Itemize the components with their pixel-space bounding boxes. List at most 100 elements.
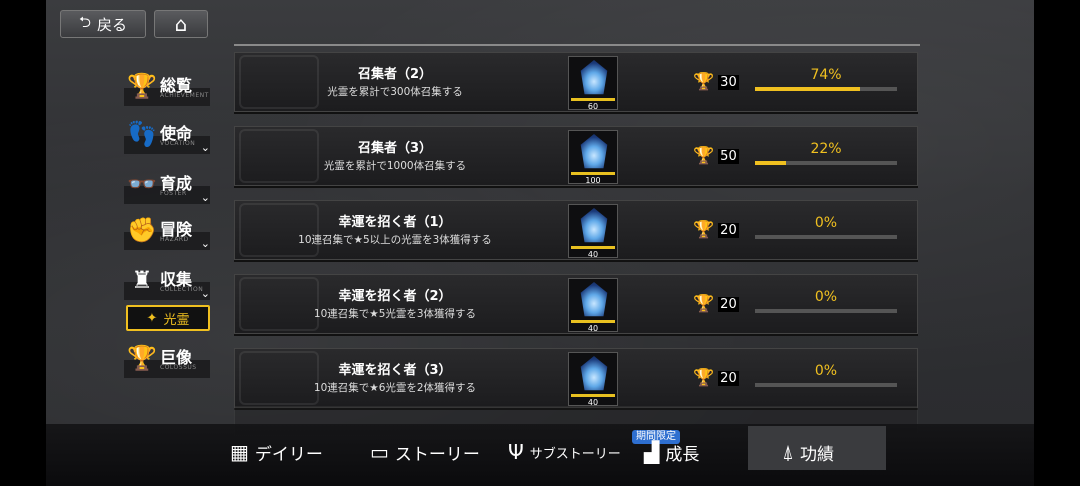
fist-icon: ✊	[127, 216, 157, 244]
achievement-row[interactable]: 召集者（2） 光霊を累計で300体召集する 60 🏆 30 74%	[234, 52, 918, 112]
progress-bar	[755, 87, 897, 91]
progress-percent: 0%	[814, 289, 838, 305]
achievement-title: 幸運を招く者（3）	[338, 363, 452, 378]
progress-percent: 74%	[810, 67, 842, 83]
calendar-icon: ▦	[230, 440, 249, 464]
progress-percent: 22%	[810, 141, 842, 157]
nav-substory[interactable]: Ψ サブストーリー	[508, 432, 621, 472]
achievement-icon: ⍋	[782, 440, 794, 464]
side-item-hazard[interactable]: ✊ 冒険 HAZARD ⌄	[124, 212, 210, 252]
side-item-sub: VOCATION	[160, 140, 196, 147]
progress-bar	[755, 383, 897, 387]
side-item-sub: HAZARD	[160, 236, 189, 243]
trophy-icon: 🏆	[693, 72, 715, 92]
nav-label: 成長	[665, 444, 700, 465]
crystal-icon	[580, 134, 608, 169]
nav-growth[interactable]: ▟ 成長	[644, 432, 699, 472]
trophy-icon: 🏆	[127, 344, 157, 372]
nav-story[interactable]: ▭ ストーリー	[370, 432, 480, 472]
points-value: 20	[718, 370, 739, 386]
progress-bar	[755, 309, 897, 313]
progress-percent: 0%	[814, 215, 838, 231]
nav-achievements[interactable]: ⍋ 功績	[782, 432, 834, 472]
side-item-sub: COLOSSUS	[160, 364, 197, 371]
crystal-icon	[580, 60, 608, 95]
reward-item[interactable]: 60	[568, 56, 618, 111]
points-value: 20	[718, 296, 739, 312]
achievement-points: 🏆 50	[693, 145, 739, 167]
reward-item[interactable]: 40	[568, 352, 618, 407]
side-item-foster[interactable]: 👓 育成 FOSTER ⌄	[124, 166, 210, 206]
chevron-down-icon: ⌄	[200, 141, 210, 154]
bottom-nav: ▦ デイリー ▭ ストーリー Ψ サブストーリー 期間限定 ▟ 成長 ⍋ 功績	[46, 424, 1034, 486]
achievement-points: 🏆 20	[693, 293, 739, 315]
points-value: 30	[718, 74, 739, 90]
crystal-icon	[580, 282, 608, 317]
side-item-spirits-selected[interactable]: ✦ 光霊	[126, 305, 210, 331]
side-item-collection[interactable]: ♜ 収集 COLLECTION ⌄	[124, 262, 210, 302]
spirit-icon: ✦	[146, 310, 158, 326]
reward-qty: 40	[587, 250, 599, 259]
nav-label: 功績	[800, 444, 834, 465]
side-item-vocation[interactable]: 👣 使命 VOCATION ⌄	[124, 116, 210, 156]
side-item-sub: FOSTER	[160, 190, 187, 197]
crystal-icon	[580, 208, 608, 243]
nav-label: デイリー	[254, 444, 323, 465]
trophy-icon: 🏆	[693, 294, 715, 314]
achievement-points: 🏆 20	[693, 367, 739, 389]
back-arrow-icon: ⮌	[78, 12, 91, 31]
chevron-down-icon: ⌄	[200, 237, 210, 250]
reward-qty: 100	[585, 176, 601, 185]
nav-label: サブストーリー	[529, 446, 621, 462]
achievement-desc: 光霊を累計で300体召集する	[327, 86, 463, 98]
achievement-points: 🏆 20	[693, 219, 739, 241]
side-item-label: 光霊	[163, 312, 190, 328]
crystal-icon	[580, 356, 608, 391]
achievement-row[interactable]: 召集者（3） 光霊を累計で1000体召集する 100 🏆 50 22%	[234, 126, 918, 186]
achievement-desc: 光霊を累計で1000体召集する	[323, 160, 467, 172]
back-button[interactable]: ⮌ 戻る	[60, 10, 146, 38]
achievement-title: 召集者（2）	[357, 67, 433, 82]
branch-icon: Ψ	[508, 440, 524, 464]
home-button[interactable]: ⌂	[154, 10, 208, 38]
reward-item[interactable]: 40	[568, 204, 618, 259]
chevron-down-icon: ⌄	[200, 191, 210, 204]
progress-percent: 0%	[814, 363, 838, 379]
achievements-screen: ⮌ 戻る ⌂ 🏆 総覧 ACHIEVEMENT 👣 使命 VOCATION ⌄ …	[46, 0, 1034, 486]
reward-qty: 60	[587, 102, 599, 111]
side-item-sub: COLLECTION	[160, 286, 204, 293]
monitor-icon: ▭	[370, 440, 389, 464]
achievement-title: 幸運を招く者（1）	[338, 215, 452, 230]
list-top-divider	[234, 44, 920, 46]
side-item-overview[interactable]: 🏆 総覧 ACHIEVEMENT	[124, 68, 210, 108]
achievement-desc: 10連召集で★6光霊を2体獲得する	[313, 382, 477, 394]
achievement-row[interactable]: 幸運を招く者（2） 10連召集で★5光霊を3体獲得する 40 🏆 20 0%	[234, 274, 918, 334]
reward-item[interactable]: 100	[568, 130, 618, 185]
achievement-row[interactable]: 幸運を招く者（1） 10連召集で★5以上の光霊を3体獲得する 40 🏆 20 0…	[234, 200, 918, 260]
home-icon: ⌂	[174, 12, 188, 36]
points-value: 20	[718, 222, 739, 238]
reward-item[interactable]: 40	[568, 278, 618, 333]
growth-bars-icon: ▟	[644, 440, 660, 464]
side-item-sub: ACHIEVEMENT	[160, 92, 209, 99]
points-value: 50	[718, 148, 739, 164]
nav-daily[interactable]: ▦ デイリー	[230, 432, 323, 472]
trophy-icon: 🏆	[127, 72, 157, 100]
nav-label: ストーリー	[394, 444, 480, 465]
achievement-desc: 10連召集で★5以上の光霊を3体獲得する	[298, 234, 492, 246]
achievement-row[interactable]: 幸運を招く者（3） 10連召集で★6光霊を2体獲得する 40 🏆 20 0%	[234, 348, 918, 408]
progress-bar	[755, 161, 897, 165]
achievement-title: 幸運を招く者（2）	[338, 289, 452, 304]
achievement-desc: 10連召集で★5光霊を3体獲得する	[313, 308, 477, 320]
progress-bar	[755, 235, 897, 239]
achievement-points: 🏆 30	[693, 71, 739, 93]
trophy-icon: 🏆	[693, 220, 715, 240]
side-item-colossus[interactable]: 🏆 巨像 COLOSSUS	[124, 340, 210, 380]
glasses-icon: 👓	[127, 170, 157, 198]
trophy-icon: 🏆	[693, 146, 715, 166]
achievement-title: 召集者（3）	[357, 141, 433, 156]
back-label: 戻る	[97, 15, 128, 34]
reward-qty: 40	[587, 324, 599, 333]
collection-icon: ♜	[131, 266, 153, 294]
chevron-down-icon: ⌄	[200, 287, 210, 300]
